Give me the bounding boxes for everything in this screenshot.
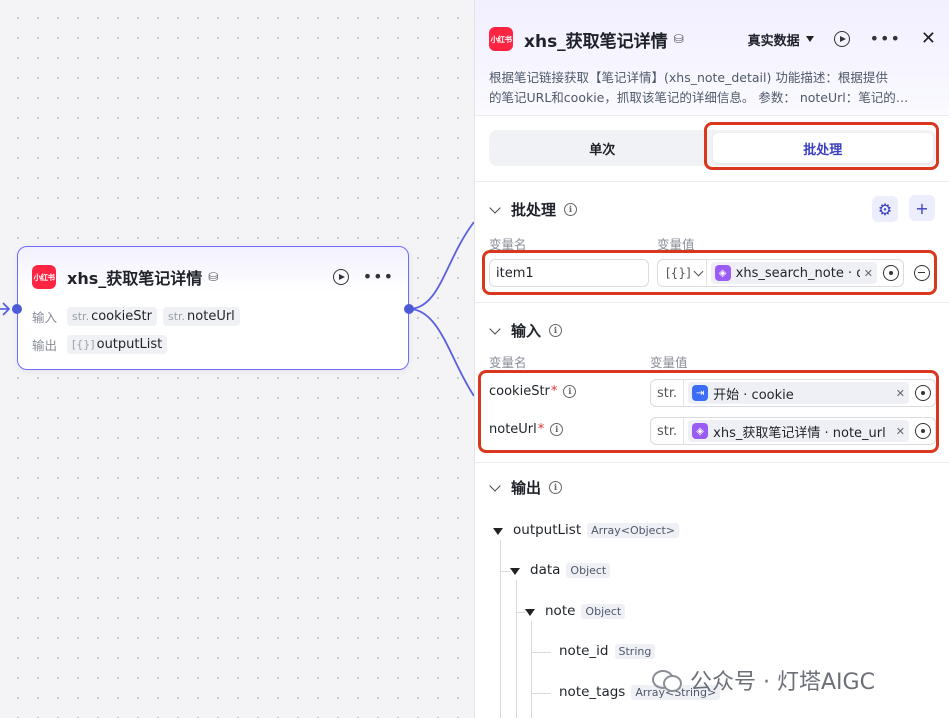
more-icon[interactable]: ••• <box>363 269 394 285</box>
chevron-down-icon <box>489 201 501 214</box>
watermark: 公众号 · 灯塔AIGC <box>652 664 875 696</box>
wechat-icon <box>652 667 682 693</box>
batch-settings-button[interactable]: ⚙ <box>872 196 898 222</box>
tab-single[interactable]: 单次 <box>492 133 713 163</box>
column-label-name: 变量名 <box>489 355 527 370</box>
run-node-icon[interactable] <box>833 31 850 47</box>
cube-icon: ◈ <box>714 265 731 281</box>
variable-picker-icon[interactable] <box>915 423 931 439</box>
column-label-value: 变量值 <box>650 355 688 370</box>
node-inputs-row: 输入 str. cookieStr str. noteUrl <box>32 307 240 326</box>
info-icon: i <box>550 423 564 436</box>
panel-header: 小红书 xhs_获取笔记详情 ⛁ 真实数据 ••• ✕ 根据笔记链接获取【笔记详… <box>475 0 949 116</box>
workflow-node-xhs-note-detail[interactable]: 小红书 xhs_获取笔记详情 ⛁ ••• 输入 str. cookieStr st… <box>17 246 409 370</box>
add-batch-item-button[interactable]: + <box>909 195 935 221</box>
field-label-cookiestr: cookieStr * i <box>489 384 577 399</box>
batch-item-name-input[interactable]: item1 <box>489 259 649 287</box>
close-icon[interactable]: ✕ <box>921 30 936 48</box>
tree-item-note: note Object <box>545 603 626 619</box>
tree-item-data: data Object <box>530 562 611 578</box>
input-chip-cookiestr: str. cookieStr <box>67 307 157 326</box>
tree-item-outputlist: outputList Array<Object> <box>513 522 680 538</box>
node-output-port[interactable] <box>404 304 414 314</box>
xiaohongshu-logo: 小红书 <box>489 27 513 51</box>
outputs-section-header[interactable]: 输出 i <box>489 477 563 498</box>
outputs-label: 输出 <box>32 338 58 353</box>
tree-guide <box>516 612 525 613</box>
input-chip-noteurl: str. noteUrl <box>162 307 240 326</box>
chevron-down-icon <box>489 479 501 492</box>
variable-picker-icon[interactable] <box>883 265 899 281</box>
clear-icon[interactable]: ✕ <box>896 425 905 438</box>
node-outputs-row: 输出 [{}] outputList <box>32 335 168 354</box>
node-title: xhs_获取笔记详情 <box>67 269 203 288</box>
tree-guide <box>531 652 551 653</box>
info-icon: i <box>549 481 563 494</box>
tree-guide <box>516 580 517 718</box>
noteurl-value-field[interactable]: str. ◈ xhs_获取笔记详情 · note_url ✕ <box>650 417 936 445</box>
batch-item-value-field[interactable]: [{}] ◈ xhs_search_note · d·· ✕ <box>657 259 904 287</box>
info-icon: i <box>563 385 577 398</box>
value-type-select[interactable]: [{}] <box>662 260 707 286</box>
field-label-noteurl: noteUrl * i <box>489 422 564 437</box>
more-icon[interactable]: ••• <box>870 31 901 47</box>
clear-icon[interactable]: ✕ <box>864 267 873 280</box>
node-header: 小红书 xhs_获取笔记详情 ⛁ ••• <box>32 263 394 291</box>
data-mode-select[interactable]: 真实数据 <box>748 30 814 49</box>
run-node-icon[interactable] <box>332 269 349 285</box>
column-label-value: 变量值 <box>657 237 695 252</box>
tree-guide <box>531 693 551 694</box>
remove-item-icon[interactable] <box>914 265 930 281</box>
chevron-down-icon <box>805 36 814 42</box>
chevron-down-icon <box>489 322 501 335</box>
column-label-name: 变量名 <box>489 237 527 252</box>
variable-reference-chip[interactable]: ⇥ 开始 · cookie ✕ <box>688 382 909 404</box>
tree-guide <box>500 540 501 718</box>
tree-guide <box>500 571 510 572</box>
cube-icon: ◈ <box>692 423 709 439</box>
value-type-tag: str. <box>655 380 685 406</box>
collapse-triangle-icon[interactable] <box>493 528 503 535</box>
panel-title: xhs_获取笔记详情 <box>524 31 668 52</box>
plugin-icon: ⛁ <box>208 270 219 284</box>
start-node-icon: ⇥ <box>692 385 709 401</box>
divider <box>475 462 949 463</box>
chevron-down-icon <box>693 266 704 276</box>
inputs-label: 输入 <box>32 310 58 325</box>
node-config-panel: 小红书 xhs_获取笔记详情 ⛁ 真实数据 ••• ✕ 根据笔记链接获取【笔记详… <box>474 0 949 718</box>
collapse-triangle-icon[interactable] <box>525 609 535 616</box>
node-description: 根据笔记链接获取【笔记详情】(xhs_note_detail) 功能描述：根据提… <box>489 70 909 105</box>
info-icon: i <box>549 324 563 337</box>
clear-icon[interactable]: ✕ <box>896 387 905 400</box>
value-type-tag: str. <box>655 418 685 444</box>
tab-batch[interactable]: 批处理 <box>712 133 933 163</box>
divider <box>475 181 949 182</box>
tree-guide <box>531 621 532 718</box>
cookiestr-value-field[interactable]: str. ⇥ 开始 · cookie ✕ <box>650 379 936 407</box>
variable-reference-chip[interactable]: ◈ xhs_search_note · d·· ✕ <box>710 262 877 284</box>
variable-picker-icon[interactable] <box>915 385 931 401</box>
batch-section-header[interactable]: 批处理 i <box>489 199 578 220</box>
variable-reference-chip[interactable]: ◈ xhs_获取笔记详情 · note_url ✕ <box>688 420 909 442</box>
plugin-icon: ⛁ <box>673 32 684 46</box>
node-input-port[interactable] <box>12 304 22 314</box>
inputs-section-header[interactable]: 输入 i <box>489 320 563 341</box>
divider <box>475 302 949 303</box>
output-chip-outputlist: [{}] outputList <box>67 335 168 354</box>
tree-item-note-id: note_id String <box>559 643 656 659</box>
collapse-triangle-icon[interactable] <box>510 568 520 575</box>
xiaohongshu-logo: 小红书 <box>32 265 56 289</box>
run-mode-tabs: 单次 批处理 <box>489 130 936 166</box>
info-icon: i <box>564 203 578 216</box>
